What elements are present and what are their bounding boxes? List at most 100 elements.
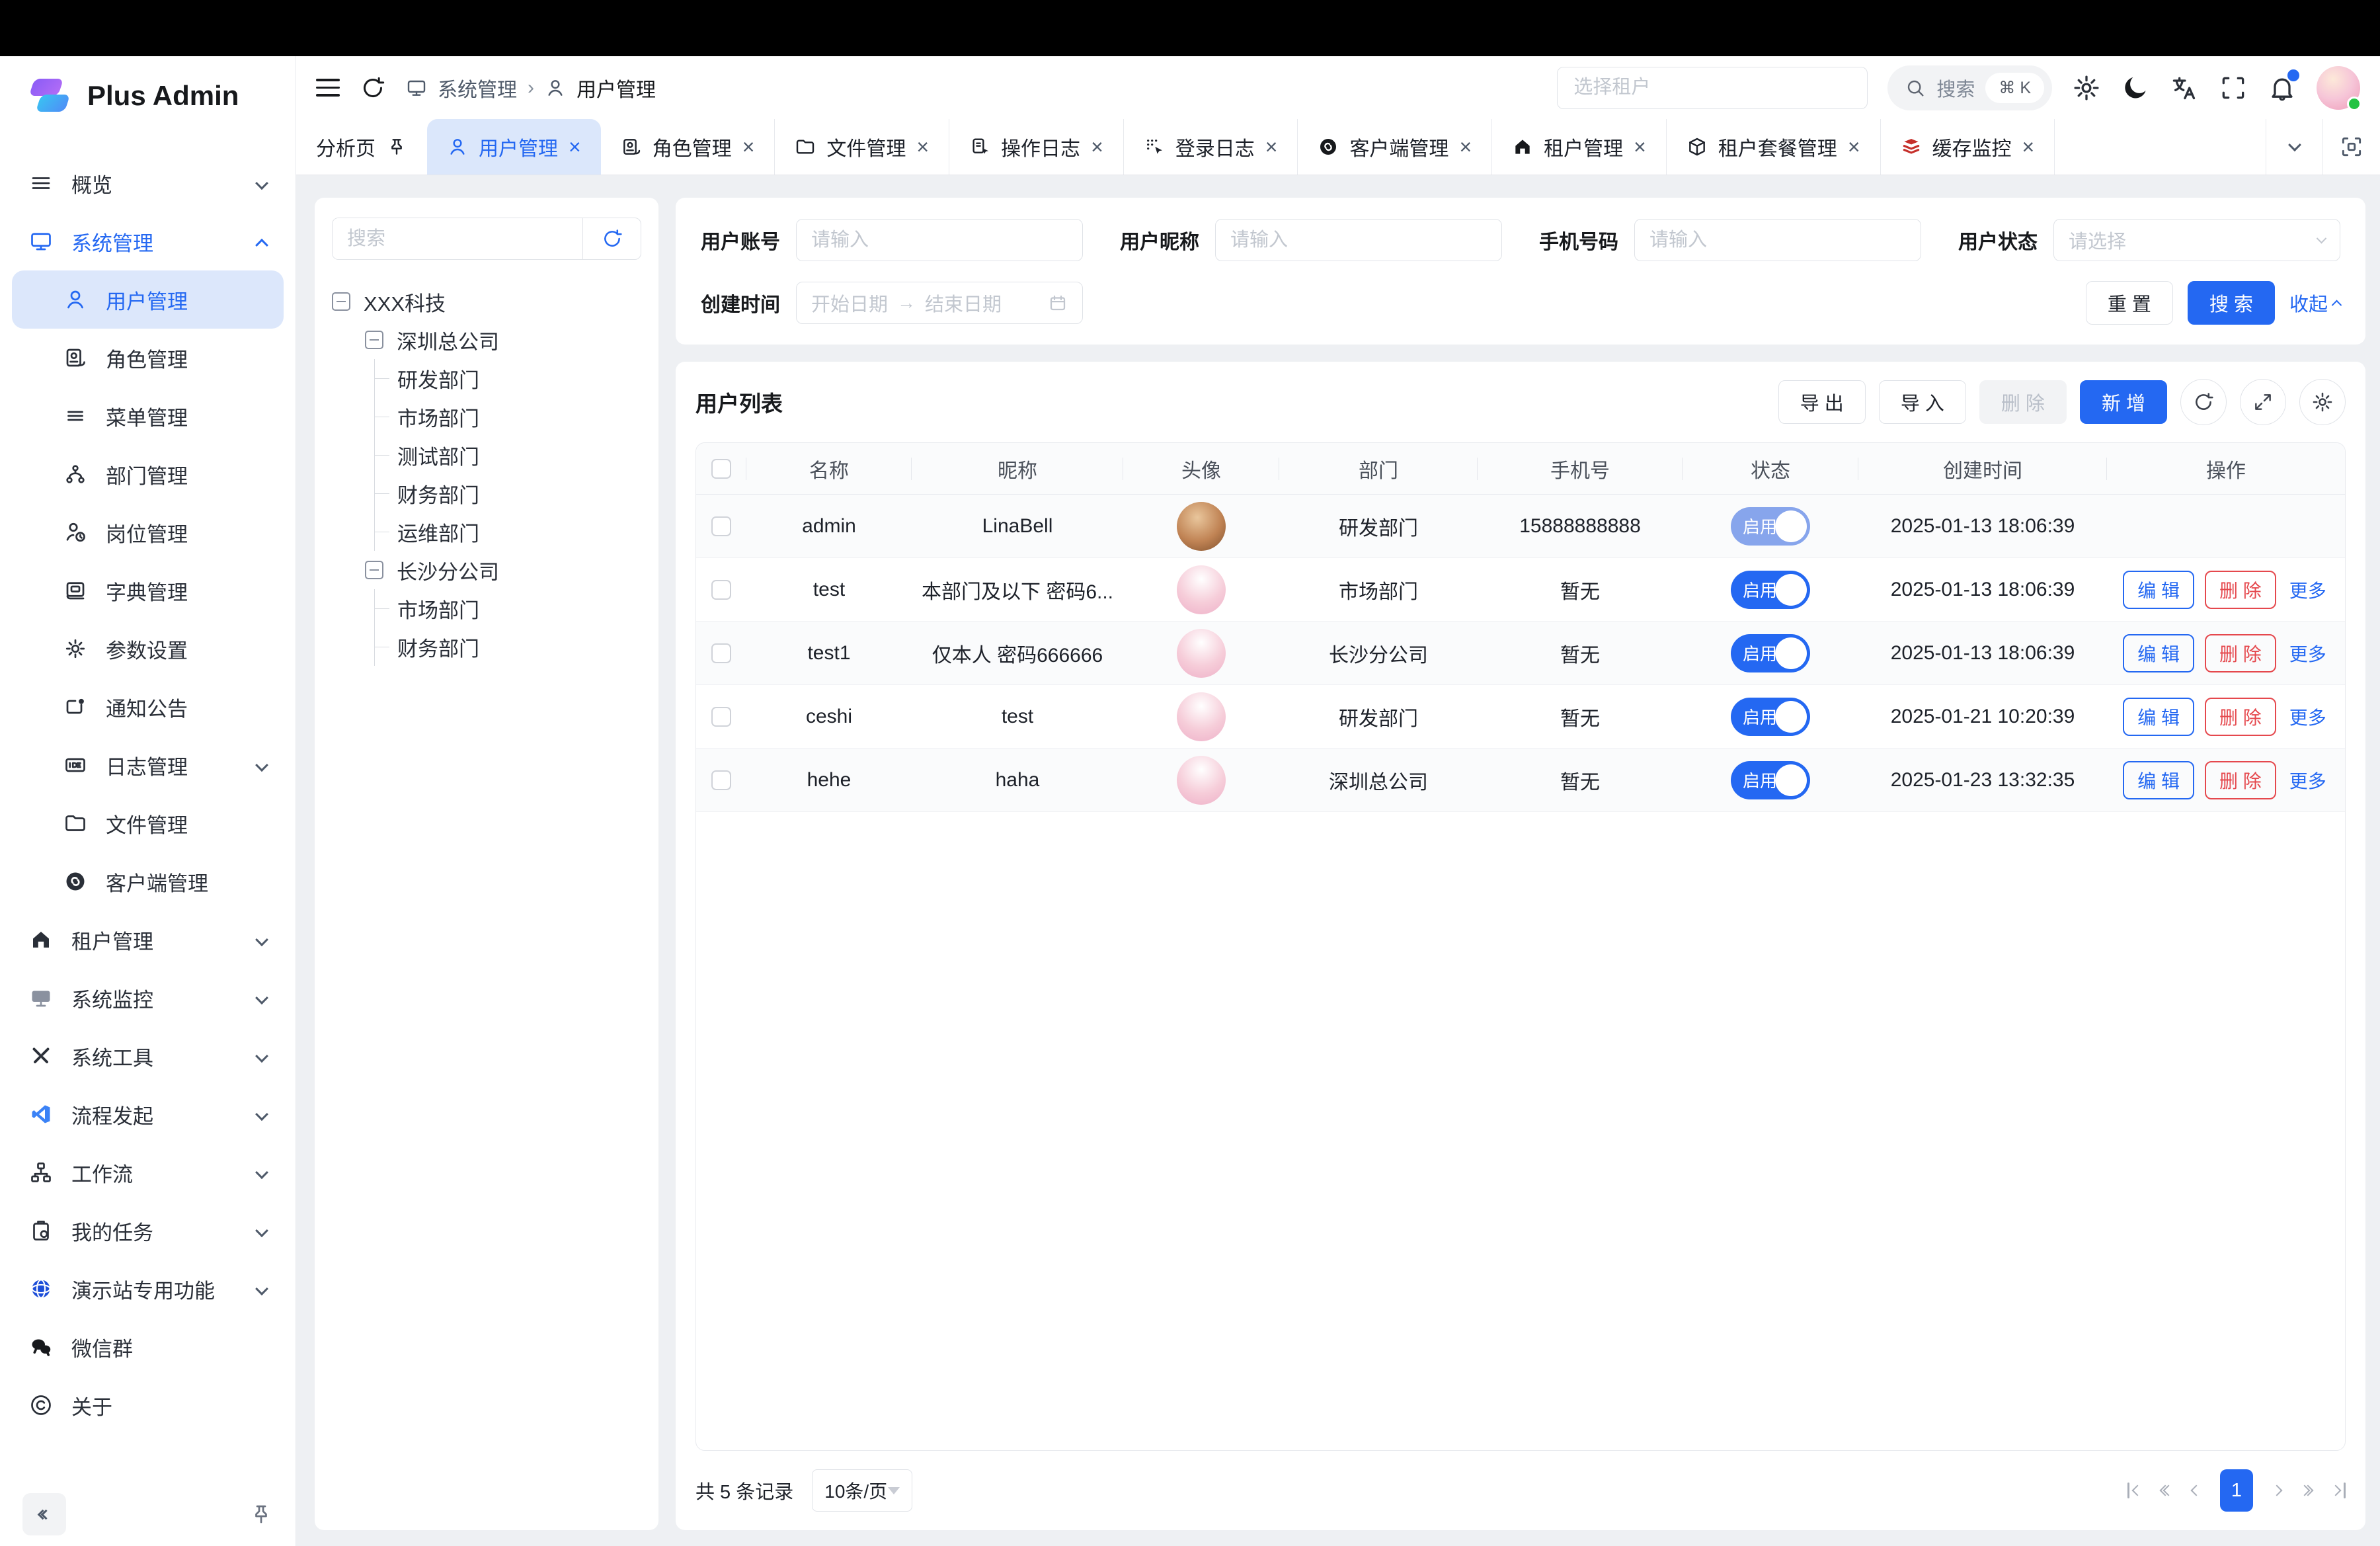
close-tab-icon[interactable]: × xyxy=(1634,136,1646,157)
sidebar-item-files[interactable]: 文件管理 xyxy=(12,794,284,852)
sidebar-item-tenants[interactable]: 租户管理 xyxy=(12,911,284,969)
prev-page-button[interactable] xyxy=(2192,1486,2200,1494)
status-select[interactable]: 请选择 xyxy=(2053,219,2340,261)
table-settings-button[interactable] xyxy=(2299,379,2346,425)
sidebar-item-monitoring[interactable]: 系统监控 xyxy=(12,969,284,1027)
tree-node-dept[interactable]: 财务部门 xyxy=(375,474,641,512)
search-button[interactable]: 搜 索 xyxy=(2188,281,2275,325)
sidebar-item-about[interactable]: 关于 xyxy=(12,1376,284,1434)
close-tab-icon[interactable]: × xyxy=(2022,136,2035,157)
add-button[interactable]: 新 增 xyxy=(2080,380,2167,424)
status-toggle[interactable]: 启用 xyxy=(1731,761,1810,799)
close-tab-icon[interactable]: × xyxy=(1265,136,1278,157)
table-row[interactable]: hehe haha 深圳总公司 暂无 启用 2025-01-23 13:32:3… xyxy=(696,749,2345,812)
sidebar-item-notices[interactable]: 通知公告 xyxy=(12,678,284,736)
content-fullscreen-button[interactable] xyxy=(2323,119,2380,175)
sidebar-item-parameters[interactable]: 参数设置 xyxy=(12,620,284,678)
edit-button[interactable]: 编 辑 xyxy=(2123,571,2194,609)
close-tab-icon[interactable]: × xyxy=(1459,136,1472,157)
sidebar-item-users[interactable]: 用户管理 xyxy=(12,270,284,329)
sidebar-item-overview[interactable]: 概览 xyxy=(12,154,284,212)
tree-refresh-button[interactable] xyxy=(582,218,641,259)
tenant-select-input[interactable] xyxy=(1557,67,1868,109)
sidebar-item-clients[interactable]: 客户端管理 xyxy=(12,852,284,911)
tabs-dropdown-button[interactable] xyxy=(2266,119,2323,175)
breadcrumb-item[interactable]: 系统管理 xyxy=(438,73,517,102)
tree-search-input[interactable] xyxy=(333,218,582,259)
tree-node-dept[interactable]: 研发部门 xyxy=(375,359,641,397)
tree-collapse-icon[interactable] xyxy=(365,331,383,349)
tab-clients[interactable]: 客户端管理 × xyxy=(1298,119,1492,175)
delete-button[interactable]: 删 除 xyxy=(1979,380,2067,424)
app-logo[interactable]: Plus Admin xyxy=(0,56,296,136)
sidebar-item-system[interactable]: 系统管理 xyxy=(12,212,284,270)
tab-cache-monitor[interactable]: 缓存监控 × xyxy=(1881,119,2055,175)
table-row[interactable]: test1 仅本人 密码666666 长沙分公司 暂无 启用 2025-01-1… xyxy=(696,622,2345,685)
sidebar-collapse-button[interactable] xyxy=(22,1493,66,1535)
first-page-button[interactable] xyxy=(2127,1483,2141,1498)
sidebar-item-process-start[interactable]: 流程发起 xyxy=(12,1085,284,1143)
status-toggle[interactable]: 启用 xyxy=(1731,571,1810,609)
table-row[interactable]: admin LinaBell 研发部门 15888888888 启用 2025-… xyxy=(696,495,2345,558)
row-checkbox[interactable] xyxy=(711,770,731,790)
collapse-filters-link[interactable]: 收起 xyxy=(2289,289,2340,317)
tree-node-dept[interactable]: 市场部门 xyxy=(375,589,641,628)
language-translate-icon[interactable] xyxy=(2170,73,2199,102)
close-tab-icon[interactable]: × xyxy=(1848,136,1860,157)
fullscreen-icon[interactable] xyxy=(2219,73,2248,102)
row-checkbox[interactable] xyxy=(711,580,731,600)
dark-mode-moon-icon[interactable] xyxy=(2121,73,2150,102)
row-checkbox[interactable] xyxy=(711,707,731,727)
notification-bell-icon[interactable] xyxy=(2268,73,2297,102)
more-button[interactable]: 更多 xyxy=(2287,571,2329,609)
sidebar-item-roles[interactable]: 角色管理 xyxy=(12,329,284,387)
close-tab-icon[interactable]: × xyxy=(916,136,929,157)
settings-gear-icon[interactable] xyxy=(2072,73,2101,102)
phone-input[interactable] xyxy=(1649,229,1906,251)
tab-tenants[interactable]: 租户管理 × xyxy=(1492,119,1667,175)
sidebar-item-wechat-group[interactable]: 微信群 xyxy=(12,1318,284,1376)
table-fullscreen-button[interactable] xyxy=(2240,379,2286,425)
reset-button[interactable]: 重 置 xyxy=(2086,281,2173,325)
table-row[interactable]: ceshi test 研发部门 暂无 启用 2025-01-21 10:20:3… xyxy=(696,685,2345,749)
delete-row-button[interactable]: 删 除 xyxy=(2205,571,2276,609)
tree-node-company[interactable]: 深圳总公司 xyxy=(341,321,641,359)
tab-files[interactable]: 文件管理 × xyxy=(775,119,949,175)
tree-node-company[interactable]: 长沙分公司 xyxy=(341,551,641,589)
page-size-select[interactable]: 10条/页 xyxy=(812,1469,912,1512)
tab-tenant-packages[interactable]: 租户套餐管理 × xyxy=(1667,119,1881,175)
tree-collapse-icon[interactable] xyxy=(332,292,350,311)
user-avatar[interactable] xyxy=(2317,66,2360,110)
tree-collapse-icon[interactable] xyxy=(365,561,383,579)
next-page-button[interactable] xyxy=(2273,1486,2281,1494)
current-page-button[interactable]: 1 xyxy=(2220,1469,2253,1512)
next-5-pages-button[interactable] xyxy=(2301,1486,2312,1494)
date-range-picker[interactable]: 开始日期 → 结束日期 xyxy=(796,282,1083,324)
tab-analysis[interactable]: 分析页 xyxy=(296,119,427,175)
status-toggle[interactable]: 启用 xyxy=(1731,634,1810,672)
sidebar-item-dictionary[interactable]: 字典管理 xyxy=(12,561,284,620)
tab-roles[interactable]: 角色管理 × xyxy=(601,119,775,175)
sidebar-item-departments[interactable]: 部门管理 xyxy=(12,445,284,503)
tab-login-log[interactable]: 登录日志 × xyxy=(1124,119,1298,175)
global-search-button[interactable]: 搜索 ⌘ K xyxy=(1887,65,2052,110)
sidebar-item-tools[interactable]: 系统工具 xyxy=(12,1027,284,1085)
status-toggle[interactable]: 启用 xyxy=(1731,698,1810,736)
delete-row-button[interactable]: 删 除 xyxy=(2205,634,2276,672)
export-button[interactable]: 导 出 xyxy=(1778,380,1866,424)
delete-row-button[interactable]: 删 除 xyxy=(2205,698,2276,736)
tree-node-dept[interactable]: 运维部门 xyxy=(375,512,641,551)
edit-button[interactable]: 编 辑 xyxy=(2123,761,2194,799)
edit-button[interactable]: 编 辑 xyxy=(2123,634,2194,672)
row-checkbox[interactable] xyxy=(711,516,731,536)
tab-operation-log[interactable]: 操作日志 × xyxy=(949,119,1124,175)
last-page-button[interactable] xyxy=(2332,1483,2346,1498)
nickname-input[interactable] xyxy=(1230,229,1487,251)
edit-button[interactable]: 编 辑 xyxy=(2123,698,2194,736)
close-tab-icon[interactable]: × xyxy=(1091,136,1103,157)
tree-node-dept[interactable]: 测试部门 xyxy=(375,436,641,474)
tree-node-root[interactable]: XXX科技 xyxy=(332,282,641,321)
sidebar-item-menus[interactable]: 菜单管理 xyxy=(12,387,284,445)
tree-node-dept[interactable]: 财务部门 xyxy=(375,628,641,666)
table-refresh-button[interactable] xyxy=(2180,379,2227,425)
